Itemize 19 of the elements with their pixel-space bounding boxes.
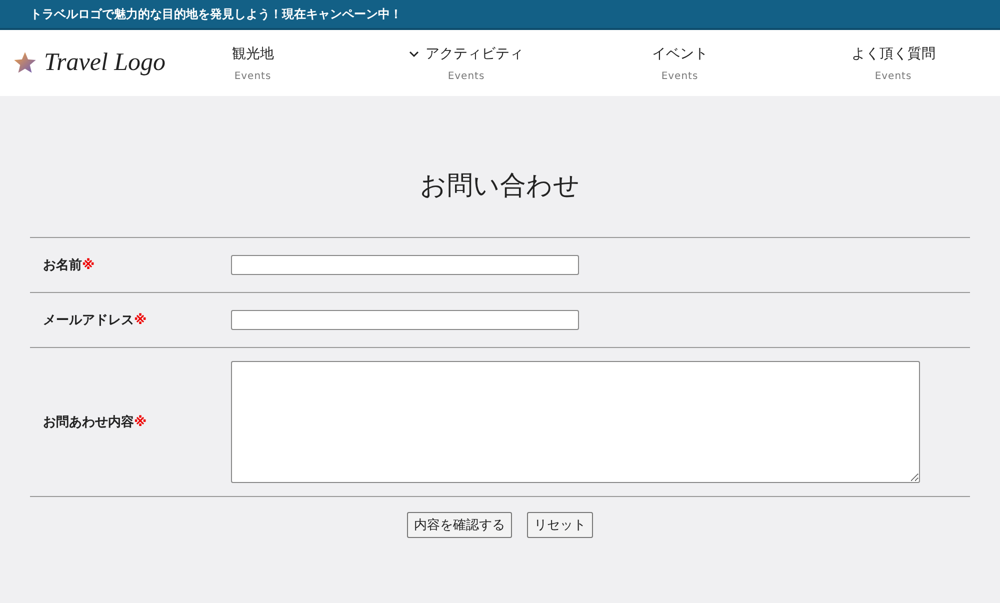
announcement-text: トラベルロゴで魅力的な目的地を発見しよう！現在キャンペーン中！ — [30, 6, 402, 22]
logo-text[interactable]: Travel Logo — [44, 49, 166, 77]
nav-link[interactable]: よく頂く質問 — [851, 44, 936, 62]
reset-button[interactable]: リセット — [527, 512, 593, 538]
input-field[interactable] — [231, 255, 579, 275]
nav-sublabel: Events — [874, 70, 912, 82]
chevron-down-icon — [409, 50, 420, 58]
nav-sublabel: Events — [234, 70, 272, 82]
nav-link[interactable]: アクティビティ — [409, 44, 524, 62]
field-label: お名前※ — [42, 257, 96, 274]
confirm-button[interactable]: 内容を確認する — [407, 512, 512, 538]
field-label: お問あわせ内容※ — [42, 414, 148, 431]
nav-sublabel: Events — [448, 70, 485, 82]
nav-link[interactable]: 観光地 — [232, 44, 274, 62]
field-label: メールアドレス※ — [42, 312, 148, 329]
nav-link[interactable]: イベント — [652, 44, 708, 62]
page-title: お問い合わせ — [419, 170, 581, 203]
nav-sublabel: Events — [661, 70, 698, 82]
input-field[interactable] — [231, 310, 579, 330]
